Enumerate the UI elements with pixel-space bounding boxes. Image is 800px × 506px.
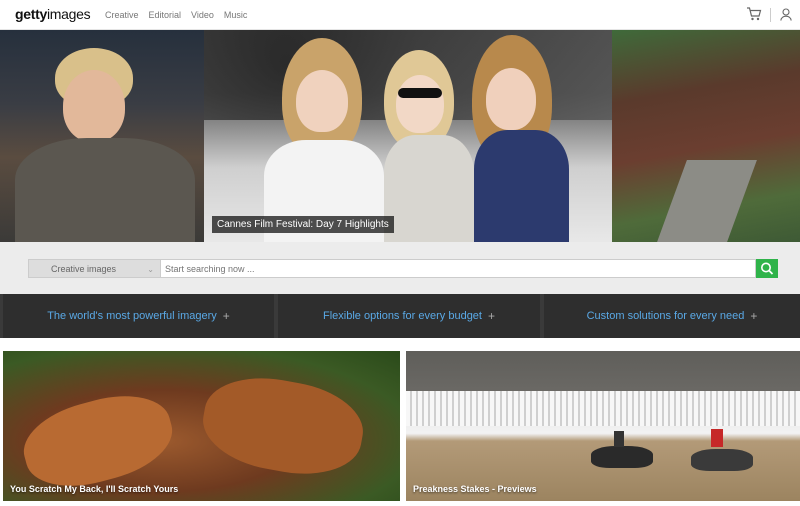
fence-graphic [406, 391, 800, 426]
plus-icon: + [487, 309, 495, 323]
plus-icon: + [222, 309, 230, 323]
promo-label: The world's most powerful imagery [47, 310, 217, 322]
hero-photo-aerial-landslide[interactable] [612, 30, 800, 242]
search-category-dropdown[interactable]: Creative images ⌄ [28, 259, 161, 278]
nav-video[interactable]: Video [191, 10, 214, 20]
header-divider [770, 8, 771, 22]
top-bar: gettyimages Creative Editorial Video Mus… [0, 0, 800, 30]
promo-flexible-options[interactable]: Flexible options for every budget + [278, 294, 540, 338]
nav-music[interactable]: Music [224, 10, 248, 20]
tile-title: You Scratch My Back, I'll Scratch Yours [10, 484, 179, 494]
user-icon[interactable] [780, 8, 792, 21]
main-nav: Creative Editorial Video Music [105, 10, 247, 20]
search-icon [761, 262, 774, 275]
promo-label: Flexible options for every budget [323, 310, 482, 322]
image-tile-orangutans[interactable]: You Scratch My Back, I'll Scratch Yours [3, 351, 400, 501]
tile-title: Preakness Stakes - Previews [413, 484, 537, 494]
hero-banner[interactable]: Cannes Film Festival: Day 7 Highlights [0, 30, 800, 242]
search-input[interactable] [161, 259, 756, 278]
hero-photo-cannes[interactable] [204, 30, 612, 242]
promo-powerful-imagery[interactable]: The world's most powerful imagery + [3, 294, 274, 338]
promo-custom-solutions[interactable]: Custom solutions for every need + [544, 294, 800, 338]
promo-label: Custom solutions for every need [586, 310, 745, 322]
nav-creative[interactable]: Creative [105, 10, 139, 20]
promo-strip: The world's most powerful imagery + Flex… [0, 294, 800, 338]
search-band: Creative images ⌄ [0, 242, 800, 294]
hero-caption[interactable]: Cannes Film Festival: Day 7 Highlights [212, 216, 394, 233]
hero-photo-politician[interactable] [0, 30, 204, 242]
search-button[interactable] [756, 259, 778, 278]
nav-editorial[interactable]: Editorial [149, 10, 182, 20]
search-category-label: Creative images [51, 264, 117, 274]
getty-logo[interactable]: gettyimages [15, 6, 91, 22]
chevron-down-icon: ⌄ [147, 265, 154, 274]
plus-icon: + [750, 309, 758, 323]
cart-icon[interactable] [746, 7, 762, 21]
image-tile-preakness[interactable]: Preakness Stakes - Previews [406, 351, 800, 501]
